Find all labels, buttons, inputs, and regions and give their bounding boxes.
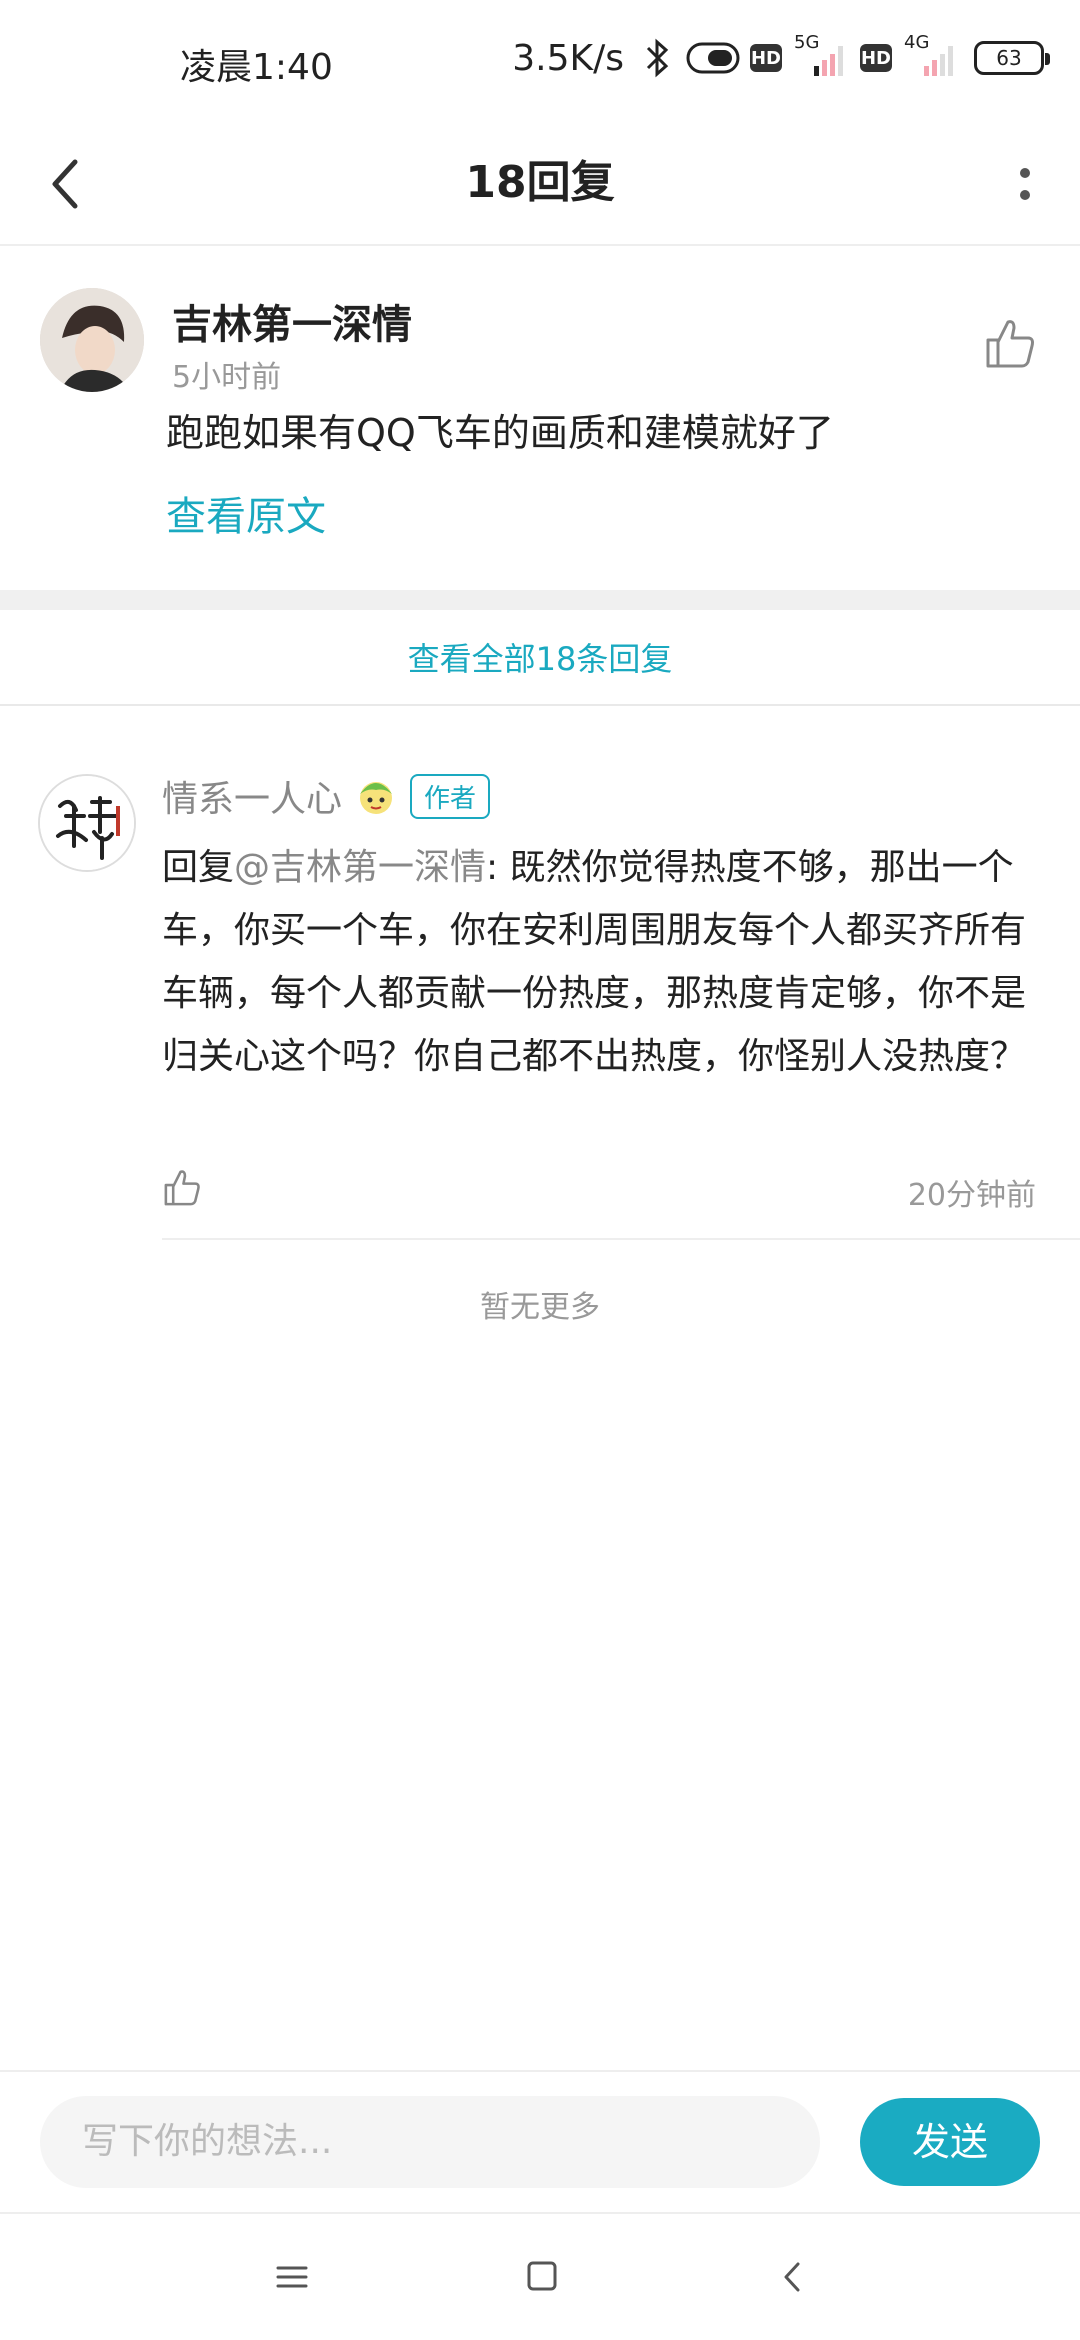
reply-time: 20分钟前 (907, 1178, 1036, 1213)
back-button[interactable] (30, 144, 100, 224)
signal-4g-icon: 4G (902, 32, 960, 80)
avatar[interactable] (38, 774, 136, 872)
title-bar: 18回复 (0, 120, 1080, 246)
system-nav-bar (0, 2212, 1080, 2340)
hd-badge: HD (750, 44, 782, 72)
page-title: 18回复 (465, 157, 615, 208)
bluetooth-icon (646, 38, 669, 78)
menu-icon[interactable] (272, 2252, 312, 2302)
author-badge: 作者 (410, 773, 491, 819)
hd-badge-2: HD (860, 44, 892, 72)
comment-input[interactable]: 写下你的想法... (40, 2096, 820, 2188)
toggle-icon (686, 42, 740, 74)
status-icons: 3.5K/s HD 5G HD 4G 63 (512, 32, 1050, 82)
more-options-button[interactable] (990, 146, 1060, 222)
home-icon[interactable] (520, 2254, 564, 2298)
status-bar: 凌晨1:40 3.5K/s HD 5G HD 4G 63 (0, 0, 1080, 120)
send-button[interactable]: 发送 (860, 2098, 1040, 2186)
view-original-link[interactable]: 查看原文 (166, 484, 326, 542)
more-dot-icon (1020, 190, 1030, 200)
signal-5g-icon: 5G (792, 32, 850, 80)
reply-text: 回复@吉林第一深情: 既然你觉得热度不够，那出一个车，你买一个车，你在安利周围朋… (162, 836, 1042, 1088)
comment-time: 5小时前 (172, 360, 282, 395)
comment-input-bar: 写下你的想法... 发送 (0, 2070, 1080, 2212)
calligraphy-avatar-icon (40, 776, 134, 870)
network-speed: 3.5K/s (512, 37, 624, 79)
no-more-label: 暂无更多 (480, 1290, 600, 1325)
comment-text: 跑跑如果有QQ飞车的画质和建模就好了 (166, 411, 834, 455)
battery-level: 63 (996, 46, 1022, 70)
reply-mention[interactable]: @吉林第一深情 (234, 847, 486, 888)
avatar[interactable] (40, 288, 144, 392)
section-divider (0, 590, 1080, 610)
reply-divider (162, 1238, 1080, 1240)
user-photo-icon (40, 288, 144, 392)
fan-badge-icon (360, 782, 393, 814)
original-comment: 吉林第一深情 5小时前 跑跑如果有QQ飞车的画质和建模就好了 查看原文 (0, 248, 1080, 588)
thumbs-up-icon[interactable] (980, 314, 1040, 374)
more-dot-icon (1020, 168, 1030, 178)
comment-username[interactable]: 吉林第一深情 (172, 292, 412, 350)
status-time: 凌晨1:40 (180, 47, 333, 88)
view-all-replies-link[interactable]: 查看全部18条回复 (0, 612, 1080, 706)
battery-icon: 63 (974, 41, 1050, 75)
thumbs-up-icon[interactable] (160, 1166, 204, 1210)
reply-username[interactable]: 情系一人心 (162, 770, 342, 822)
chevron-left-icon (52, 159, 78, 209)
reply-header: 情系一人心 作者 (162, 764, 491, 828)
back-icon[interactable] (772, 2252, 812, 2302)
reply-prefix: 回复 (162, 847, 235, 888)
